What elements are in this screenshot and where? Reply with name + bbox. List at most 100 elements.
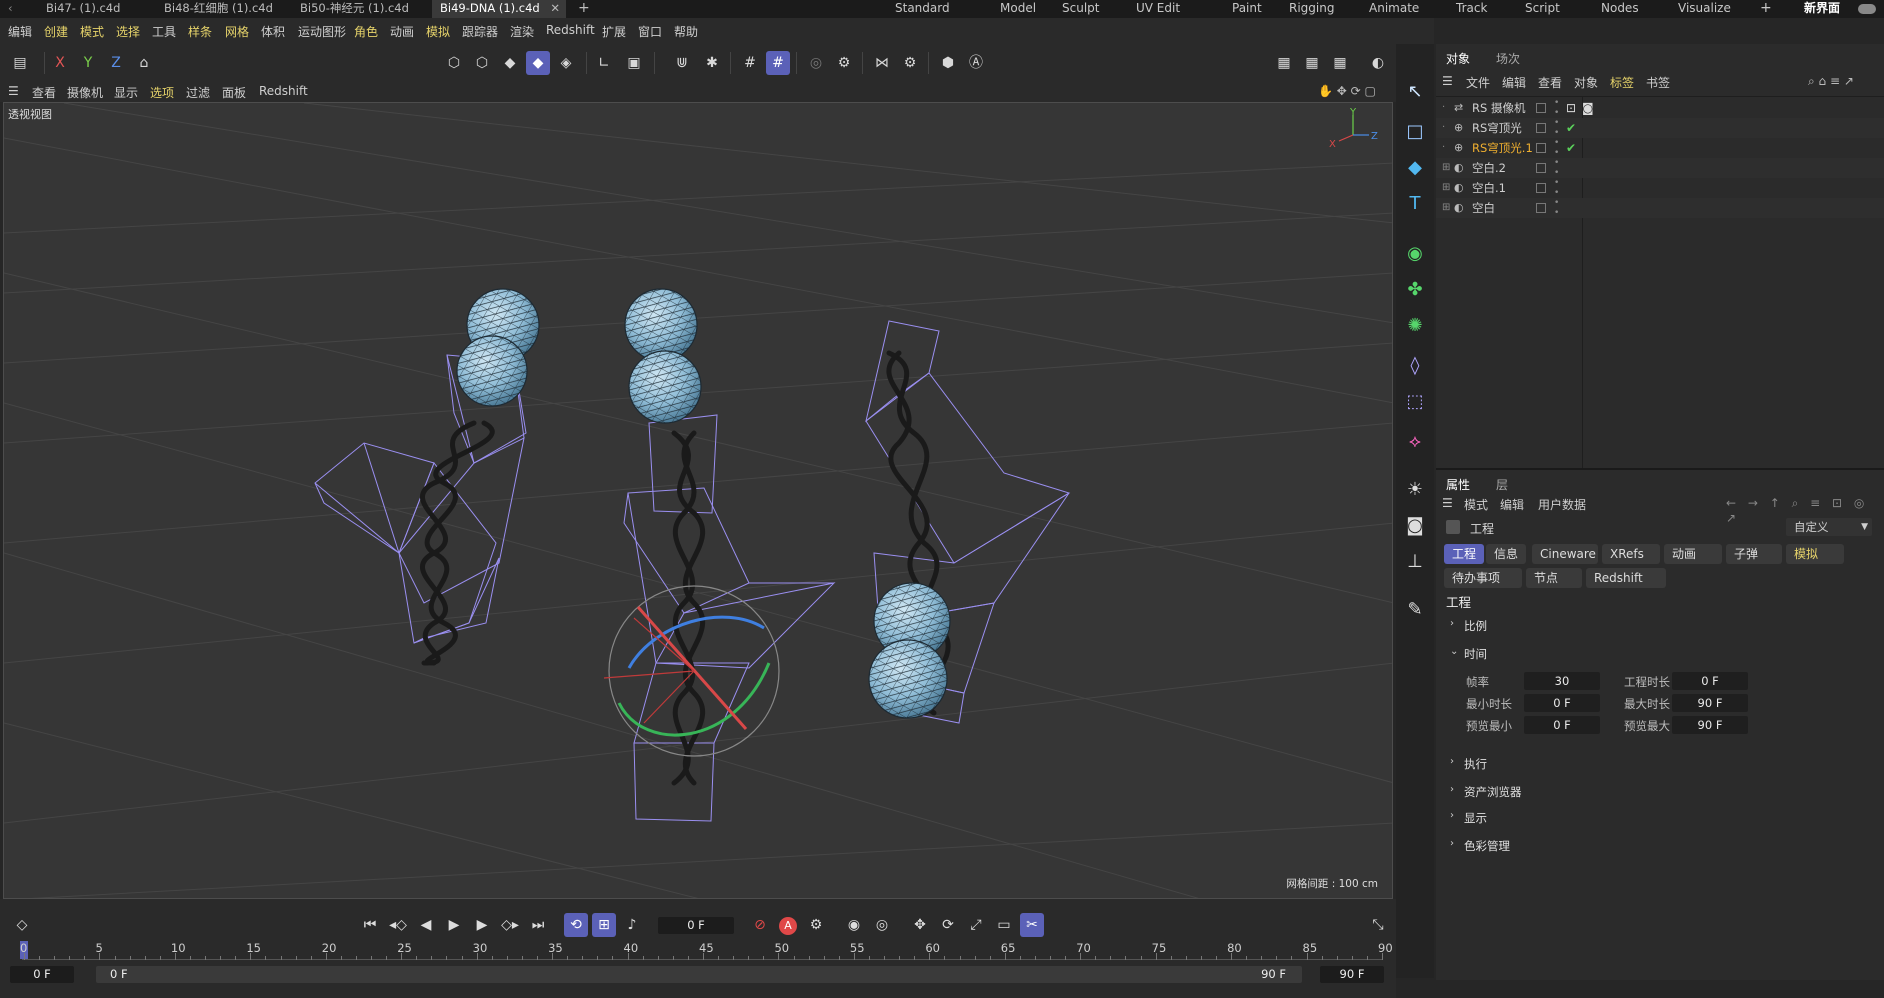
- viewport-menu-6[interactable]: Redshift: [259, 84, 308, 98]
- menu-item-14[interactable]: Redshift: [546, 23, 595, 37]
- move-key-icon[interactable]: ✥: [908, 913, 932, 937]
- start-frame-field[interactable]: 0 F: [10, 966, 74, 983]
- layout-tab-8[interactable]: Script: [1525, 0, 1560, 18]
- loop-icon[interactable]: ⟲: [564, 913, 588, 937]
- menu-item-7[interactable]: 体积: [261, 23, 285, 40]
- attr-chip-5[interactable]: 子弹: [1726, 544, 1782, 564]
- tab-attributes[interactable]: 属性: [1446, 476, 1470, 493]
- menu-item-8[interactable]: 运动图形: [298, 23, 346, 40]
- tab-scroll-icon[interactable]: ‹: [0, 0, 13, 18]
- menu-item-11[interactable]: 模拟: [426, 23, 450, 40]
- symmetry-settings-icon[interactable]: ⚙: [898, 51, 922, 75]
- object-name[interactable]: 空白: [1472, 198, 1495, 218]
- attr-chip-0[interactable]: 工程: [1444, 544, 1484, 564]
- object-name[interactable]: 空白.1: [1472, 178, 1506, 198]
- soft-selection-icon[interactable]: ◎: [804, 51, 828, 75]
- autokey-icon[interactable]: A: [779, 917, 797, 935]
- menu-item-0[interactable]: 编辑: [8, 23, 32, 40]
- menu-item-16[interactable]: 窗口: [638, 23, 662, 40]
- pla-key-icon[interactable]: ✂: [1020, 913, 1044, 937]
- mograph-icon[interactable]: ✤: [1401, 276, 1429, 304]
- chevron-down-icon[interactable]: ⌄: [1450, 646, 1458, 657]
- object-row[interactable]: ⊞ ◐ 空白.1 • •: [1436, 178, 1884, 198]
- editor-render-dots[interactable]: • •: [1554, 138, 1559, 158]
- preset-dropdown[interactable]: 自定义 ▼: [1786, 518, 1872, 536]
- ffd-icon[interactable]: ⬚: [1401, 388, 1429, 416]
- doc-tab-1[interactable]: Bi47- (1).c4d: [38, 0, 166, 18]
- next-key-icon[interactable]: ◇▸: [498, 913, 522, 937]
- new-interface-label[interactable]: 新界面: [1804, 0, 1840, 18]
- keyframe-settings-icon[interactable]: ⚙: [804, 913, 828, 937]
- viewport-nav-icons[interactable]: ✋ ✥ ⟳ ▢: [1318, 84, 1376, 98]
- prev-frame-icon[interactable]: ◀: [414, 913, 438, 937]
- menu-item-6[interactable]: 网格: [225, 23, 249, 40]
- menu-item-3[interactable]: 选择: [116, 23, 140, 40]
- attr-group-2[interactable]: 执行: [1464, 756, 1487, 772]
- layout-tab-2[interactable]: Sculpt: [1062, 0, 1099, 18]
- add-layout-icon[interactable]: +: [1760, 0, 1772, 18]
- expand-icon[interactable]: ⊞: [1442, 198, 1450, 218]
- menu-item-9[interactable]: 角色: [354, 23, 378, 40]
- coordinate-system-icon[interactable]: ⌂: [132, 51, 156, 75]
- auto-keying-icon[interactable]: Ⓐ: [964, 51, 988, 75]
- attr-chip-row2-1[interactable]: 节点: [1526, 568, 1582, 588]
- object-row[interactable]: · ⊕ RS穹顶光 • • ✔: [1436, 118, 1884, 138]
- om-menu-5[interactable]: 书签: [1646, 74, 1670, 91]
- points-mode-icon[interactable]: ⬡: [442, 51, 466, 75]
- menu-item-15[interactable]: 扩展: [602, 23, 626, 40]
- timeline-expand-icon[interactable]: ⤡: [1366, 913, 1390, 937]
- close-tab-icon[interactable]: ✕: [550, 0, 560, 16]
- viewport-menu-4[interactable]: 过滤: [186, 84, 210, 101]
- scale-key-icon[interactable]: ⤢: [964, 913, 988, 937]
- key-pos-icon[interactable]: ◉: [842, 913, 866, 937]
- om-menu-4[interactable]: 标签: [1610, 74, 1634, 91]
- record-icon[interactable]: ⊘: [748, 913, 772, 937]
- attr-group-4[interactable]: 显示: [1464, 810, 1487, 826]
- om-menu-0[interactable]: 文件: [1466, 74, 1490, 91]
- viewport-menu-1[interactable]: 摄像机: [67, 84, 103, 101]
- doc-tab-active[interactable]: Bi49-DNA (1).c4d ✕: [432, 0, 566, 18]
- tab-objects[interactable]: 对象: [1446, 50, 1470, 67]
- hamburger-icon[interactable]: ☰: [1442, 496, 1453, 510]
- attr-menu-userdata[interactable]: 用户数据: [1538, 496, 1586, 513]
- redshift-ipr-icon[interactable]: ◐: [1366, 51, 1390, 75]
- layout-tab-7[interactable]: Track: [1456, 0, 1487, 18]
- menu-item-17[interactable]: 帮助: [674, 23, 698, 40]
- axis-x-button[interactable]: X: [48, 51, 72, 75]
- goto-start-icon[interactable]: ⏮: [358, 913, 382, 937]
- object-name[interactable]: RS 摄像机: [1472, 98, 1525, 118]
- object-manager-tool-icons[interactable]: ⌕ ⌂ ≡ ↗: [1808, 74, 1854, 89]
- menu-item-2[interactable]: 模式: [80, 23, 104, 40]
- object-row[interactable]: · ⊕ RS穹顶光.1 • • ✔: [1436, 138, 1884, 158]
- camera-tag-icon[interactable]: ◙: [1582, 98, 1594, 118]
- axis-mode-icon[interactable]: ∟: [592, 51, 616, 75]
- doc-tab-3[interactable]: Bi50-神经元 (1).c4d: [292, 0, 430, 18]
- attr-group-3[interactable]: 资产浏览器: [1464, 784, 1522, 800]
- rotate-key-icon[interactable]: ⟳: [936, 913, 960, 937]
- chevron-right-icon[interactable]: ›: [1450, 810, 1454, 821]
- attr-group-1[interactable]: 时间: [1464, 646, 1487, 662]
- soft-settings-icon[interactable]: ⚙: [832, 51, 856, 75]
- layout-tab-0[interactable]: Standard: [895, 0, 950, 18]
- render-view-icon[interactable]: ▦: [1272, 51, 1296, 75]
- attr-chip-row2-0[interactable]: 待办事项: [1444, 568, 1522, 588]
- time-field-value[interactable]: 30: [1524, 672, 1600, 690]
- om-menu-1[interactable]: 编辑: [1502, 74, 1526, 91]
- attr-group-5[interactable]: 色彩管理: [1464, 838, 1510, 854]
- preview-range-bar[interactable]: 0 F 90 F: [96, 966, 1302, 983]
- object-name[interactable]: RS穹顶光: [1472, 118, 1522, 138]
- viewport-menu-0[interactable]: 查看: [32, 84, 56, 101]
- next-frame-icon[interactable]: ▶: [470, 913, 494, 937]
- time-field-value[interactable]: 0 F: [1672, 672, 1748, 690]
- model-mode-icon[interactable]: ◆: [526, 51, 550, 75]
- prev-key-icon[interactable]: ◂◇: [386, 913, 410, 937]
- tab-takes[interactable]: 场次: [1496, 50, 1520, 67]
- menu-item-1[interactable]: 创建: [44, 23, 68, 40]
- uv-mode-icon[interactable]: ◈: [554, 51, 578, 75]
- layout-tab-1[interactable]: Model: [1000, 0, 1036, 18]
- time-field-value[interactable]: 0 F: [1524, 694, 1600, 712]
- param-key-icon[interactable]: ▭: [992, 913, 1016, 937]
- editor-render-dots[interactable]: • •: [1554, 158, 1559, 178]
- edges-mode-icon[interactable]: ⬡: [470, 51, 494, 75]
- field-icon[interactable]: ⟡: [1401, 428, 1429, 456]
